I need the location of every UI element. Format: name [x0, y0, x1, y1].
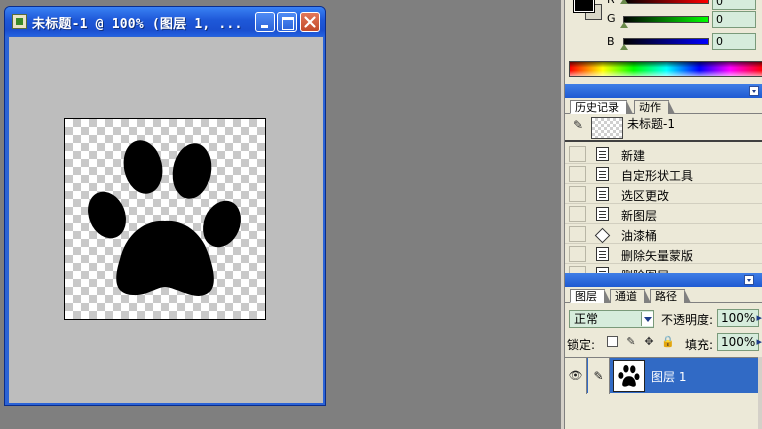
channel-r-thumb[interactable] [620, 0, 628, 4]
history-item[interactable]: 删除矢量蒙版 [565, 244, 762, 264]
chevron-down-icon[interactable] [641, 312, 653, 326]
channel-b-slider[interactable] [623, 38, 709, 45]
color-palette: R 0 G 0 B 0 [565, 0, 762, 82]
opacity-label: 不透明度: [661, 313, 714, 327]
history-item[interactable]: 新图层 [565, 204, 762, 224]
history-item[interactable]: 油漆桶 [565, 224, 762, 244]
history-item[interactable]: 选区更改 [565, 184, 762, 204]
document-window[interactable]: 未标题-1 @ 100% (图层 1, ... [4, 6, 326, 406]
channel-g-value[interactable]: 0 [712, 11, 756, 28]
foreground-color-swatch[interactable] [573, 0, 595, 13]
history-item-label: 自定形状工具 [621, 169, 694, 183]
fill-input[interactable]: 100% [717, 333, 762, 351]
close-icon [304, 16, 316, 28]
document-title-bar[interactable]: 未标题-1 @ 100% (图层 1, ... [5, 7, 325, 36]
layers-tabs: 图层 通道 路径 [565, 287, 762, 303]
channel-b-value[interactable]: 0 [712, 33, 756, 50]
image-canvas[interactable] [64, 118, 266, 320]
channel-r-slider[interactable] [623, 0, 709, 4]
tab-history[interactable]: 历史记录 [570, 100, 633, 114]
eye-icon[interactable]: 👁 [565, 358, 587, 394]
history-palette-menu-button[interactable] [749, 86, 759, 96]
document-title: 未标题-1 @ 100% (图层 1, ... [32, 17, 243, 32]
channel-b-label: B [607, 35, 615, 48]
history-source-checkbox[interactable] [569, 206, 586, 222]
history-tabs: 历史记录 动作 [565, 98, 762, 114]
history-step-icon [596, 247, 609, 261]
history-source-checkbox[interactable] [569, 146, 586, 162]
history-source-checkbox[interactable] [569, 186, 586, 202]
opacity-input[interactable]: 100% [717, 309, 762, 327]
lock-all-icon[interactable]: 🔒 [661, 335, 675, 348]
brush-icon[interactable]: ✎ [588, 358, 610, 394]
tab-channels[interactable]: 通道 [610, 289, 651, 303]
paint-bucket-icon [596, 227, 609, 241]
palette-dock: R 0 G 0 B 0 历史记录 动作 ✎ 未标题-1 新建 [561, 0, 762, 429]
history-palette-titlebar[interactable] [565, 84, 762, 98]
paw-thumbnail [618, 364, 640, 387]
lock-position-icon[interactable]: ✥ [643, 335, 655, 348]
history-source-checkbox[interactable] [569, 226, 586, 242]
history-item-label: 选区更改 [621, 189, 670, 203]
tab-actions[interactable]: 动作 [634, 100, 675, 114]
layer-name: 图层 1 [651, 370, 687, 384]
history-item-label: 油漆桶 [621, 229, 658, 243]
history-source-checkbox[interactable] [569, 166, 586, 182]
layers-palette-menu-button[interactable] [744, 275, 754, 285]
channel-g-label: G [607, 12, 616, 25]
channel-g-thumb[interactable] [620, 22, 628, 28]
tab-paths[interactable]: 路径 [650, 289, 691, 303]
channel-r-label: R [607, 0, 615, 6]
layer-thumbnail [613, 360, 645, 392]
layer-row[interactable]: 👁 ✎ 图层 1 [565, 357, 758, 394]
history-item-label: 新建 [621, 149, 646, 163]
minimize-icon [256, 13, 274, 31]
snapshot-label: 未标题-1 [627, 117, 675, 131]
history-item-label: 删除矢量蒙版 [621, 249, 694, 263]
photoshop-document-icon [12, 14, 27, 29]
paw-print-shape [88, 140, 241, 296]
history-brush-icon[interactable]: ✎ [571, 118, 585, 132]
layers-panel: 正常 不透明度: 100% 锁定: ✎ ✥ 🔒 填充: 100% 👁 ✎ [565, 304, 762, 429]
history-source-checkbox[interactable] [569, 246, 586, 262]
lock-image-pixels-icon[interactable]: ✎ [625, 335, 637, 348]
history-step-icon [596, 167, 609, 181]
maximize-button[interactable] [277, 12, 297, 32]
fill-label: 填充: [685, 338, 714, 352]
blend-mode-value: 正常 [574, 312, 599, 326]
tab-layers[interactable]: 图层 [570, 289, 611, 303]
snapshot-thumbnail [591, 117, 623, 139]
history-step-icon [596, 147, 609, 161]
layers-scrollbar[interactable] [758, 357, 762, 429]
lock-label: 锁定: [567, 338, 596, 352]
channel-r-value[interactable]: 0 [712, 0, 756, 10]
color-spectrum-bar[interactable] [569, 61, 762, 77]
layers-palette-titlebar[interactable] [565, 273, 762, 287]
minimize-button[interactable] [255, 12, 275, 32]
history-step-icon [596, 187, 609, 201]
history-item[interactable]: 新建 [565, 144, 762, 164]
maximize-icon [278, 13, 296, 31]
channel-b-thumb[interactable] [620, 44, 628, 50]
lock-transparency-icon[interactable] [607, 336, 618, 347]
history-list: ✎ 未标题-1 新建 自定形状工具 选区更改 新图层 油漆桶 删除矢量蒙版 [565, 115, 762, 275]
history-item-label: 新图层 [621, 209, 658, 223]
blend-mode-select[interactable]: 正常 [569, 310, 654, 328]
history-snapshot[interactable]: ✎ 未标题-1 [565, 115, 762, 142]
channel-g-slider[interactable] [623, 16, 709, 23]
history-step-icon [596, 207, 609, 221]
history-item[interactable]: 自定形状工具 [565, 164, 762, 184]
document-canvas-area[interactable] [9, 37, 323, 403]
close-button[interactable] [300, 12, 320, 32]
